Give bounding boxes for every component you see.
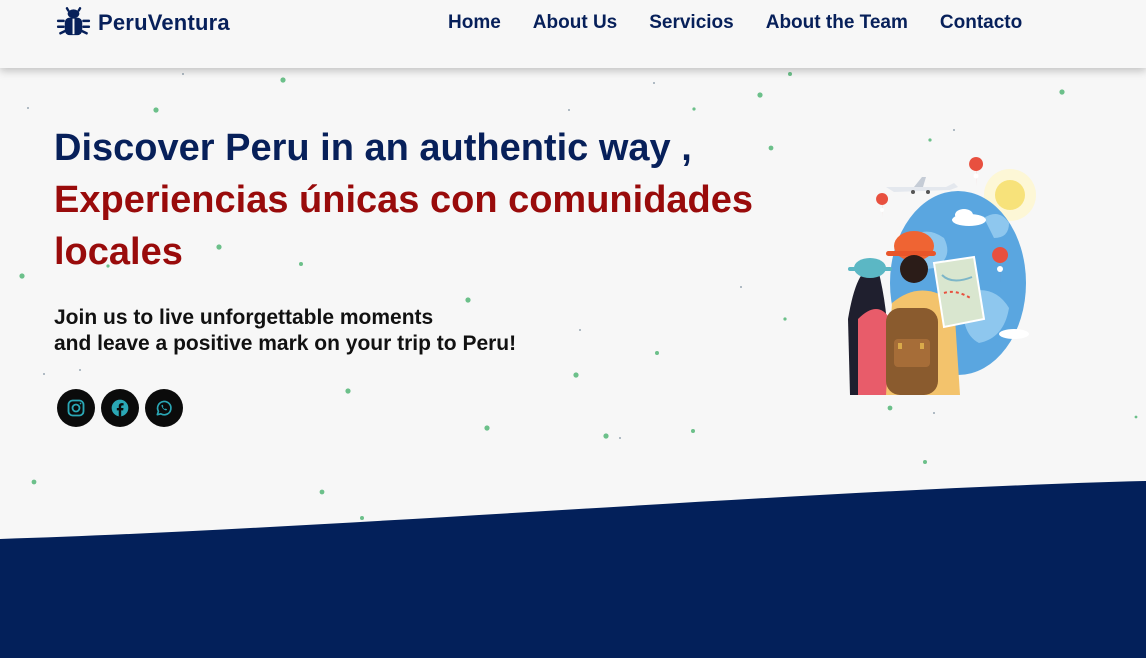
whatsapp-icon bbox=[156, 400, 172, 416]
footer-wave bbox=[0, 481, 1146, 658]
hero-subtitle-line1: Join us to live unforgettable moments bbox=[54, 306, 434, 329]
hero-subtitle-line2: and leave a positive mark on your trip t… bbox=[54, 332, 517, 355]
nav-item-home[interactable]: Home bbox=[448, 11, 501, 35]
nav-item-servicios[interactable]: Servicios bbox=[649, 11, 734, 35]
brand-name: PeruVentura bbox=[98, 10, 230, 35]
nav-item-about-us[interactable]: About Us bbox=[533, 11, 617, 35]
nav-item-contacto[interactable]: Contacto bbox=[940, 11, 1022, 35]
hero-title-en: Discover Peru in an authentic way , bbox=[54, 127, 692, 169]
site-header: PeruVentura Home About Us Servicios Abou… bbox=[0, 0, 1146, 68]
brand-logo-link[interactable]: PeruVentura bbox=[56, 5, 230, 41]
social-links bbox=[57, 389, 183, 427]
instagram-icon bbox=[67, 399, 85, 417]
whatsapp-button[interactable] bbox=[145, 389, 183, 427]
main-nav: Home About Us Servicios About the Team C… bbox=[448, 11, 1022, 35]
facebook-icon bbox=[111, 399, 129, 417]
facebook-button[interactable] bbox=[101, 389, 139, 427]
instagram-button[interactable] bbox=[57, 389, 95, 427]
hero-subtitle: Join us to live unforgettable moments an… bbox=[54, 305, 516, 357]
travelers-globe-illustration bbox=[848, 157, 1036, 395]
bug-icon bbox=[56, 6, 91, 35]
hero-title-es: Experiencias únicas con comunidades loca… bbox=[54, 179, 754, 273]
hero-title: Discover Peru in an authentic way , Expe… bbox=[54, 122, 844, 278]
nav-item-about-the-team[interactable]: About the Team bbox=[766, 11, 908, 35]
